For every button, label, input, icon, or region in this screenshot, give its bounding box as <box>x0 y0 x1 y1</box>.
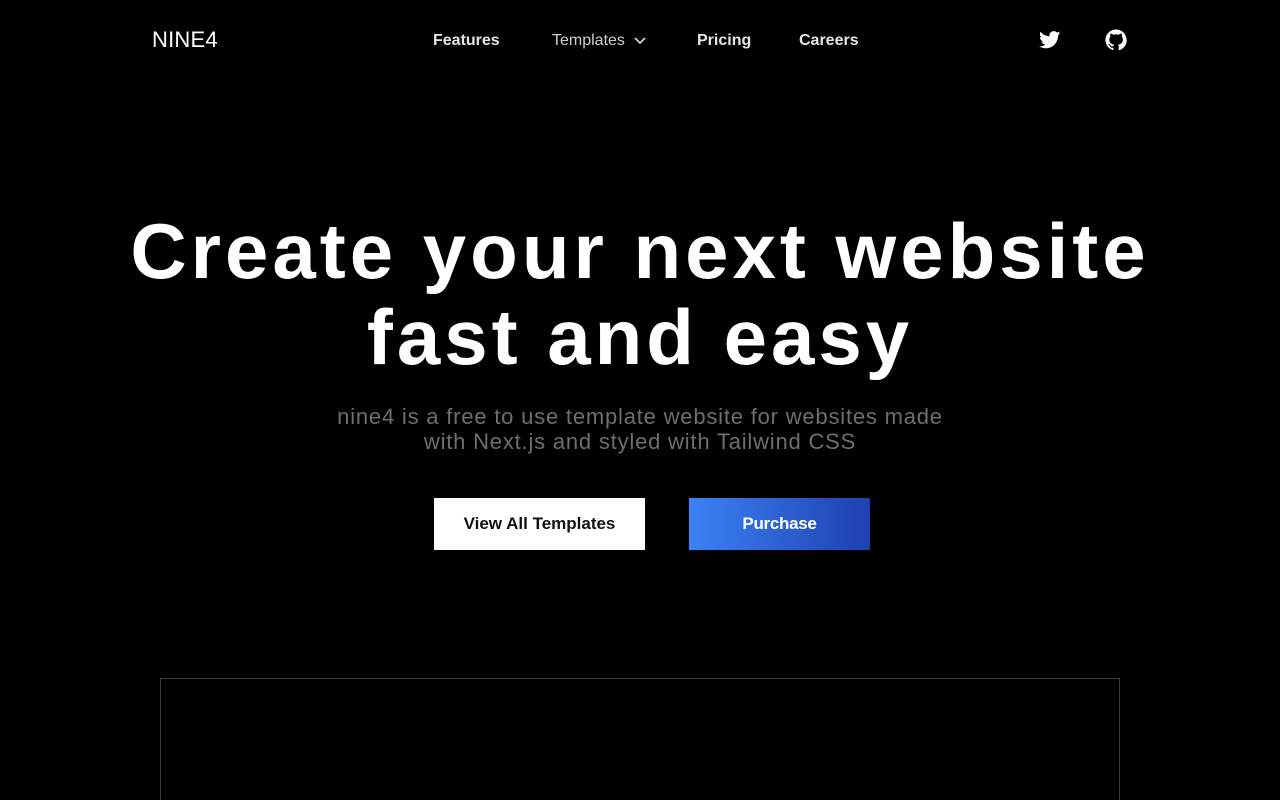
template-preview-frame <box>160 678 1120 800</box>
nav-templates-label: Templates <box>552 32 625 49</box>
logo[interactable]: NINE4 <box>152 27 218 53</box>
nav-link-features[interactable]: Features <box>433 31 500 51</box>
hero-title-line: fast and easy <box>366 293 914 381</box>
nav-dropdown-templates[interactable]: Templates <box>552 31 646 51</box>
hero-subtitle-line: with Next.js and styled with Tailwind CS… <box>423 429 857 454</box>
hero-title: Create your next website fast and easy <box>0 208 1280 380</box>
view-all-templates-button[interactable]: View All Templates <box>434 498 645 550</box>
twitter-icon[interactable] <box>1039 29 1061 51</box>
hero-subtitle: nine4 is a free to use template website … <box>290 404 990 454</box>
site-header: NINE4 Features Templates Pricing Careers <box>0 0 1280 80</box>
chevron-down-icon <box>634 37 646 45</box>
landing-page: NINE4 Features Templates Pricing Careers <box>0 0 1280 800</box>
nav-link-careers[interactable]: Careers <box>799 31 859 51</box>
github-icon[interactable] <box>1105 29 1127 51</box>
purchase-button[interactable]: Purchase <box>689 498 870 550</box>
hero-subtitle-line: nine4 is a free to use template website … <box>337 404 943 429</box>
nav-link-pricing[interactable]: Pricing <box>697 31 751 51</box>
hero-title-line: Create your next website <box>130 207 1150 295</box>
